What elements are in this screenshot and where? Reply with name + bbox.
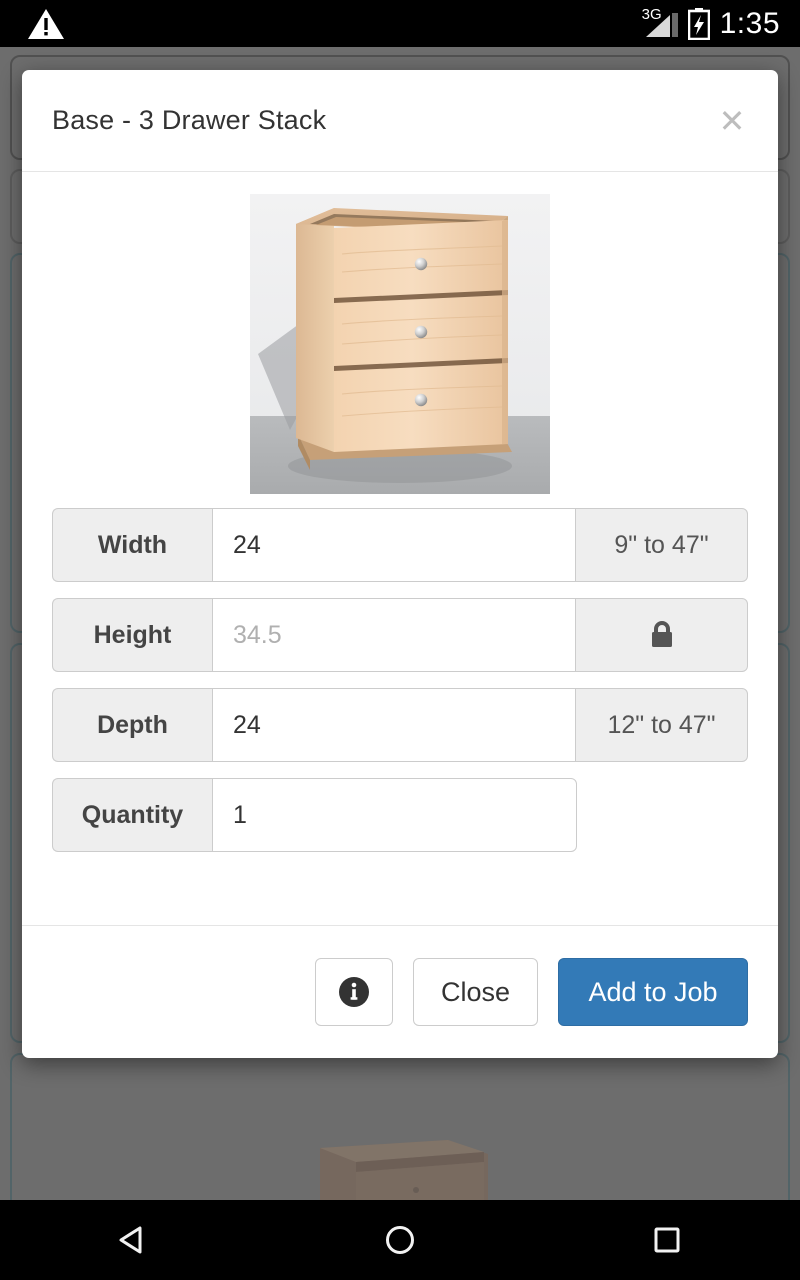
back-triangle-icon xyxy=(119,1226,142,1254)
nav-home-button[interactable] xyxy=(340,1200,460,1280)
field-label-width: Width xyxy=(52,508,212,582)
product-image-container xyxy=(52,194,748,494)
field-row-quantity: Quantity xyxy=(52,778,577,852)
field-label-quantity: Quantity xyxy=(52,778,212,852)
width-input[interactable] xyxy=(212,508,576,582)
depth-range-hint: 12" to 47" xyxy=(576,688,748,762)
height-input xyxy=(212,598,576,672)
lock-icon xyxy=(651,621,672,647)
warning-triangle-icon xyxy=(28,8,64,39)
recents-square-icon xyxy=(654,1227,680,1253)
close-button[interactable]: Close xyxy=(413,958,538,1026)
nav-recents-button[interactable] xyxy=(607,1200,727,1280)
status-bar-clock: 1:35 xyxy=(719,6,780,40)
status-indicators: 3G 1:35 xyxy=(641,5,780,41)
android-navigation-bar xyxy=(0,1200,800,1280)
width-range-hint: 9" to 47" xyxy=(576,508,748,582)
home-circle-icon xyxy=(385,1226,414,1254)
field-row-height: Height xyxy=(52,598,748,672)
dialog-header: Base - 3 Drawer Stack ✕ xyxy=(22,70,778,172)
product-image xyxy=(250,194,550,494)
field-label-height: Height xyxy=(52,598,212,672)
network-type-label: 3G xyxy=(641,5,662,23)
add-to-job-button[interactable]: Add to Job xyxy=(558,958,748,1026)
battery-charging-icon xyxy=(687,7,710,40)
quantity-input[interactable] xyxy=(212,778,577,852)
depth-input[interactable] xyxy=(212,688,576,762)
dialog-footer: Close Add to Job xyxy=(22,925,778,1058)
field-row-width: Width 9" to 47" xyxy=(52,508,748,582)
info-button[interactable] xyxy=(315,958,393,1026)
dialog-body: Width 9" to 47" Height Depth 12" to 47" … xyxy=(22,172,778,925)
info-circle-icon xyxy=(339,977,369,1007)
status-bar: 3G 1:35 xyxy=(0,0,800,47)
height-lock-addon[interactable] xyxy=(576,598,748,672)
nav-back-button[interactable] xyxy=(73,1200,193,1280)
close-icon[interactable]: ✕ xyxy=(710,99,754,143)
dialog-title: Base - 3 Drawer Stack xyxy=(52,105,327,135)
field-row-depth: Depth 12" to 47" xyxy=(52,688,748,762)
product-detail-dialog: Base - 3 Drawer Stack ✕ Width 24 9" to 4… xyxy=(22,70,778,1058)
field-label-depth: Depth xyxy=(52,688,212,762)
